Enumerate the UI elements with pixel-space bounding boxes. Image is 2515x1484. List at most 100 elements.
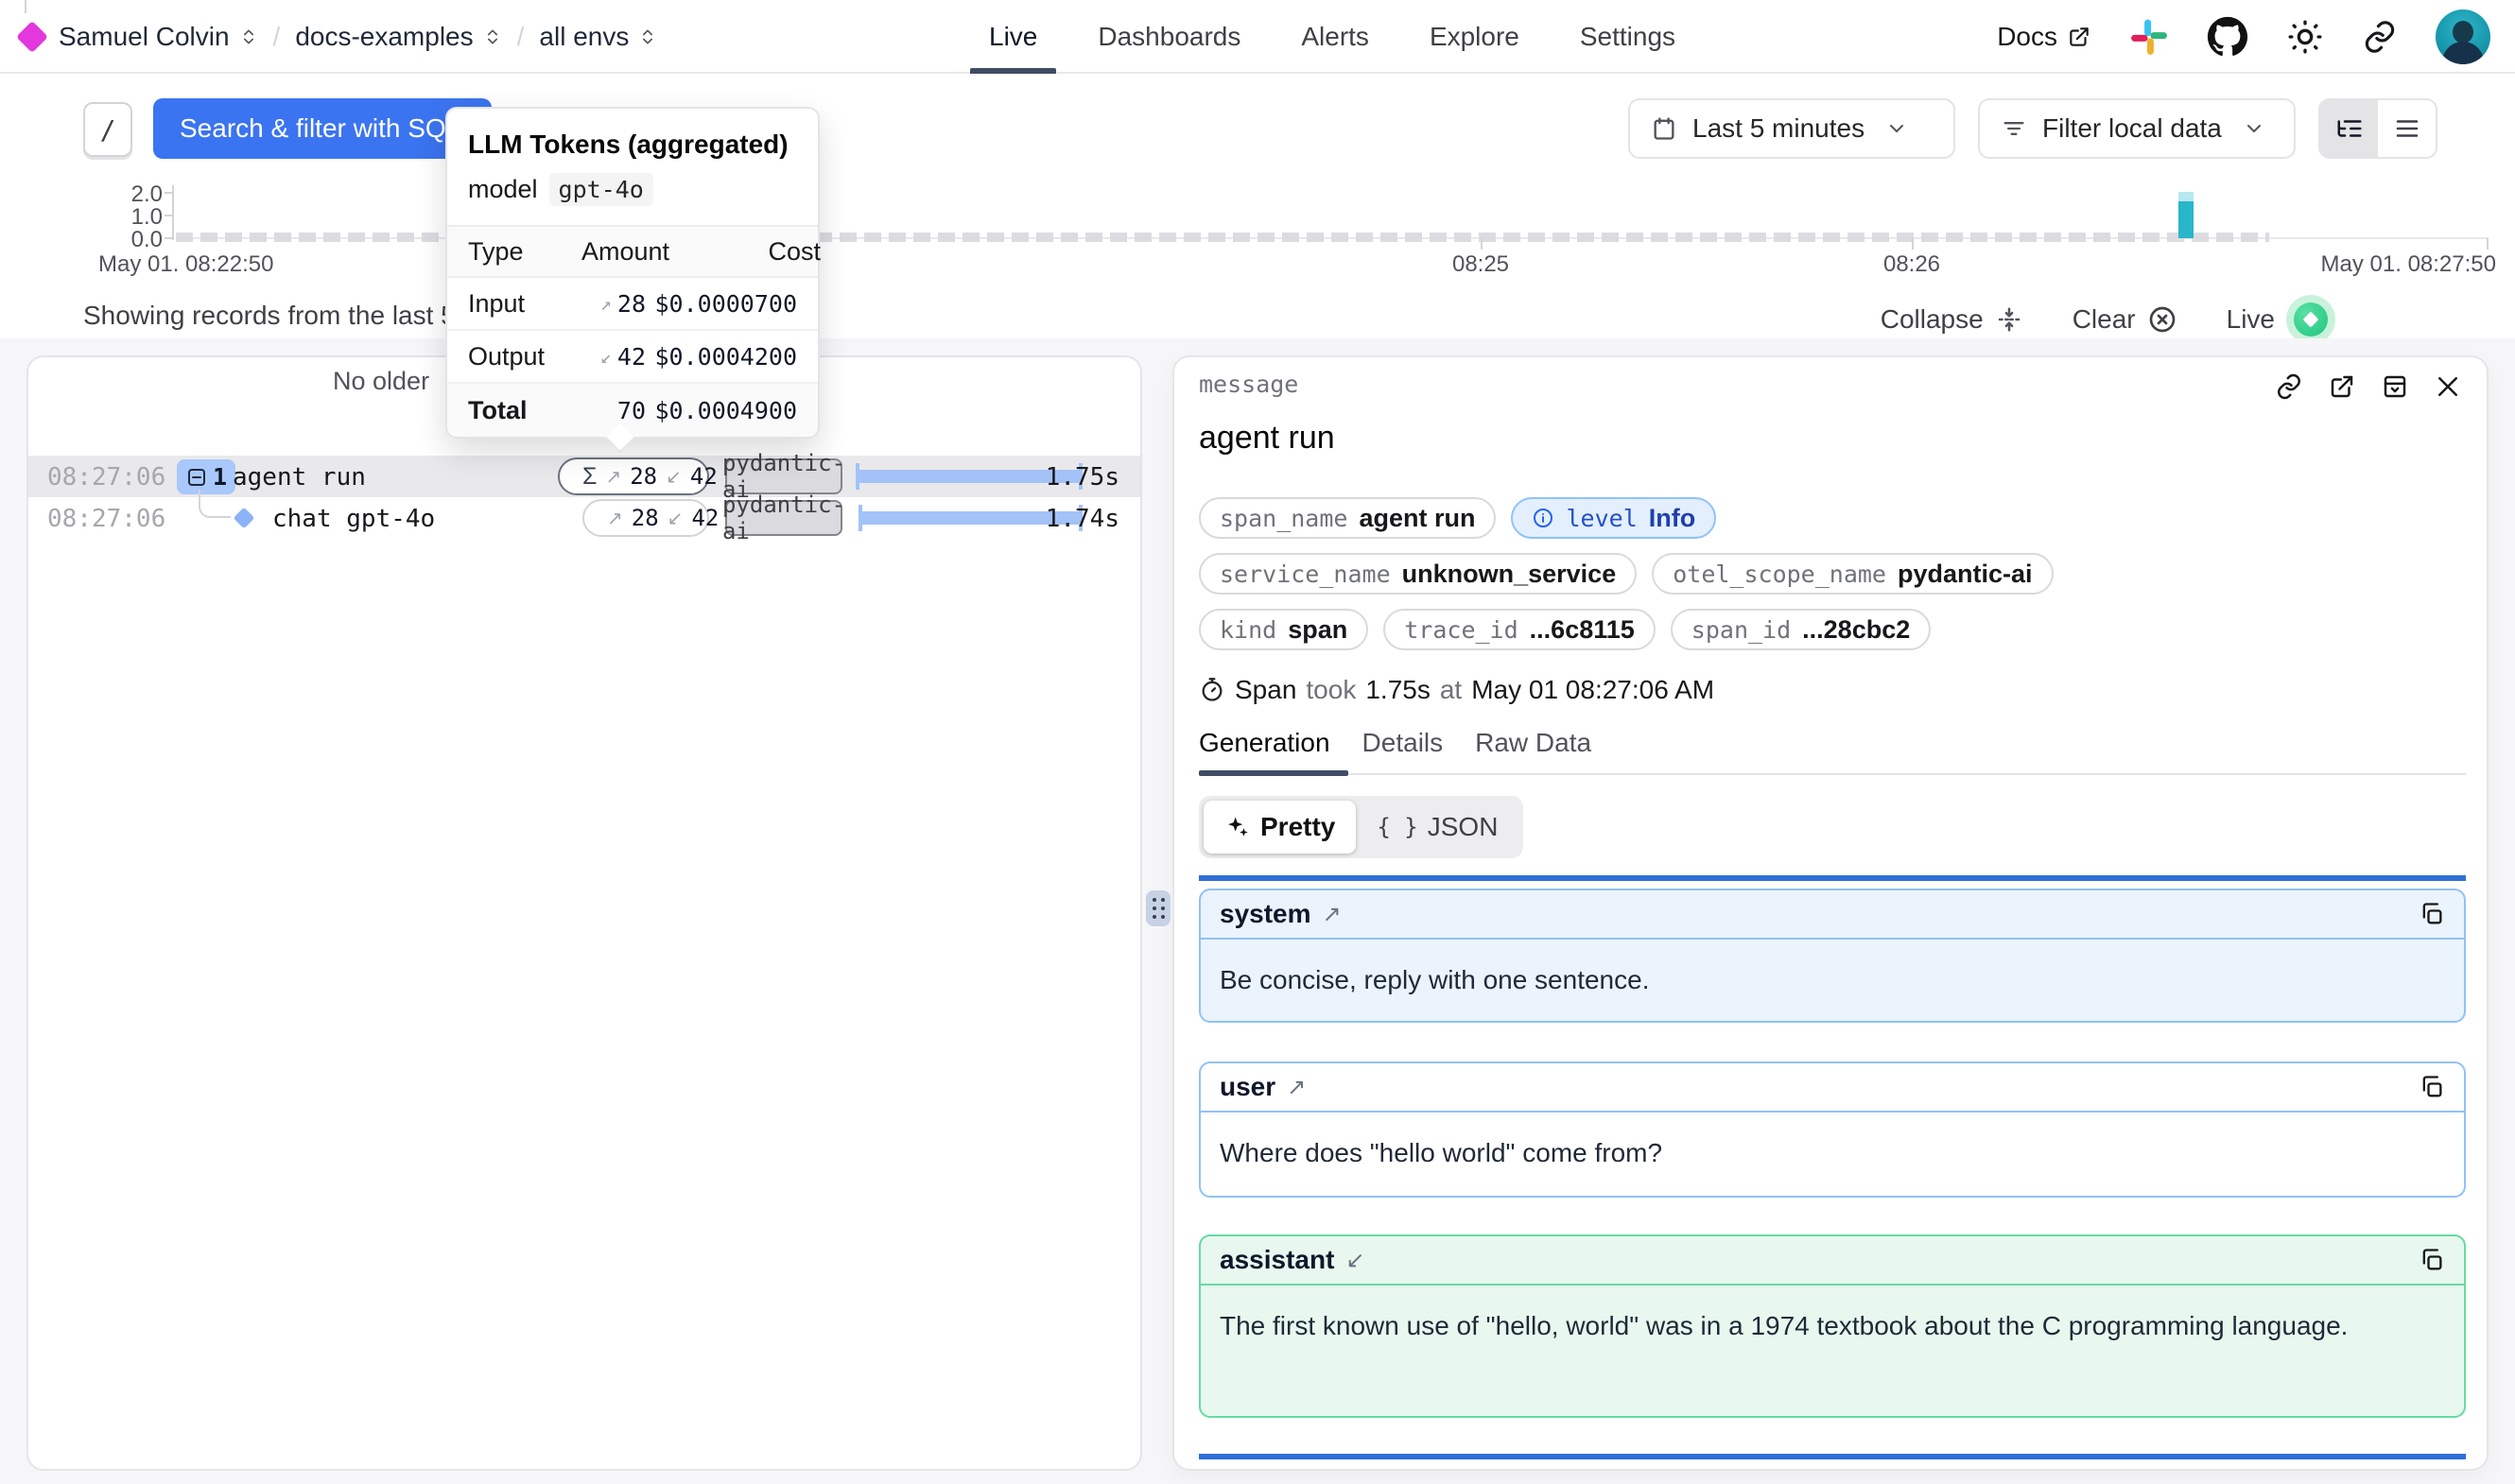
share-link-button[interactable] [2362,19,2398,55]
pretty-toggle[interactable]: Pretty [1204,801,1356,854]
scope-tag[interactable]: pydantic-ai [725,500,842,536]
time-range-dropdown[interactable]: Last 5 minutes [1628,98,1955,159]
search-filter-sql-button[interactable]: Search & filter with SQ [153,98,492,159]
message-text: The first known use of "hello, world" wa… [1201,1286,2464,1367]
copy-button[interactable] [2419,901,2445,927]
copy-icon [2419,901,2445,927]
time-range-value: Last 5 minutes [1692,113,1865,144]
row-timestamp: 08:27:06 [47,505,165,533]
y-tick [165,192,172,194]
org-name: Samuel Colvin [59,22,230,52]
trace-row-chat-gpt4o[interactable]: 08:27:06 chat gpt-4o ↗28 ↙42 pydantic-ai… [28,497,1140,539]
attr-value: ...6c8115 [1530,615,1635,645]
live-toggle[interactable]: Live [2227,295,2335,344]
attr-level[interactable]: level Info [1511,497,1716,539]
row-amount: 42 [617,343,646,371]
took-span-word: Span [1235,675,1296,705]
list-view-icon [2393,114,2421,143]
nav-settings[interactable]: Settings [1574,0,1681,74]
trace-row-agent-run[interactable]: 08:27:06 1 agent run Σ ↗28 ↙42 pydantic-… [28,456,1140,497]
open-in-new-button[interactable] [2328,372,2356,401]
timeline-bar[interactable] [2178,192,2194,238]
app-window: Samuel Colvin / docs-examples / all envs… [0,0,2515,1484]
row-timestamp: 08:27:06 [47,463,165,492]
attr-trace-id[interactable]: trace_id ...6c8115 [1383,609,1656,650]
attr-value: pydantic-ai [1898,560,2033,589]
output-arrow: ↙ [668,507,684,530]
output-tokens: 42 [691,505,719,531]
token-usage-pill[interactable]: ↗28 ↙42 [582,499,709,537]
chevrons-updown-icon [638,27,657,46]
collapse-button[interactable]: Collapse [1881,304,2023,335]
nav-explore[interactable]: Explore [1424,0,1525,74]
attr-key: trace_id [1404,616,1518,644]
attr-span-id[interactable]: span_id ...28cbc2 [1671,609,1931,650]
col-amount: Amount [581,237,669,267]
tab-generation[interactable]: Generation [1199,728,1330,771]
x-tick-label: May 01. 08:22:50 [98,251,273,278]
clear-circle-x-icon [2147,304,2177,335]
slack-button[interactable] [2129,17,2169,57]
nav-dashboards[interactable]: Dashboards [1092,0,1246,74]
dock-panel-button[interactable] [2381,372,2409,401]
info-circle-icon [1532,507,1554,529]
user-avatar[interactable] [2436,9,2490,64]
took-time: May 01 08:27:06 AM [1471,675,1714,705]
copy-button[interactable] [2419,1247,2445,1273]
message-card-header: system ↗ [1201,890,2464,940]
attr-value: unknown_service [1402,560,1617,589]
github-button[interactable] [2207,16,2248,58]
direction-arrow: ↗ [1323,901,1342,928]
view-mode-toggle [2318,98,2437,159]
token-usage-pill[interactable]: Σ ↗28 ↙42 [558,457,709,495]
link-icon [2362,19,2398,55]
docs-link[interactable]: Docs [1997,22,2091,52]
env-selector[interactable]: all envs [539,22,657,52]
message-text: Be concise, reply with one sentence. [1201,940,2464,1021]
scope-tag[interactable]: pydantic-ai [725,458,842,494]
input-arrow: ↗ [605,465,621,489]
span-name: chat gpt-4o [272,505,435,533]
theme-toggle-button[interactable] [2286,18,2324,56]
attr-service-name[interactable]: service_name unknown_service [1199,553,1637,595]
tab-raw-data[interactable]: Raw Data [1475,728,1591,771]
attr-key: otel_scope_name [1673,561,1886,588]
org-selector[interactable]: Samuel Colvin [59,22,258,52]
attr-key: kind [1220,616,1276,644]
copy-link-button[interactable] [2275,372,2303,401]
tree-view-toggle[interactable] [2320,100,2378,157]
tab-details[interactable]: Details [1362,728,1444,771]
filter-local-data-dropdown[interactable]: Filter local data [1978,98,2296,159]
model-value-chip: gpt-4o [549,173,653,206]
filter-lines-icon [2001,115,2027,142]
chevrons-updown-icon [483,27,502,46]
json-label: JSON [1428,812,1499,842]
copy-button[interactable] [2419,1074,2445,1100]
json-toggle[interactable]: { } JSON [1356,801,1518,854]
output-arrow: ↙ [600,345,612,368]
close-panel-button[interactable] [2434,372,2462,401]
attr-value: Info [1649,504,1695,533]
model-key: model [468,175,538,204]
list-view-toggle[interactable] [2378,100,2436,157]
project-selector[interactable]: docs-examples [295,22,501,52]
span-details-panel: message agent run span_name agent run le… [1172,355,2489,1471]
nav-alerts[interactable]: Alerts [1295,0,1375,74]
sparkle-icon [1224,814,1251,840]
showing-records-text: Showing records from the last 5 m [83,301,485,331]
stopwatch-icon [1199,677,1225,703]
panel-resize-handle[interactable] [1146,890,1171,926]
nav-live[interactable]: Live [983,0,1043,74]
x-tick [2487,238,2489,250]
top-header: Samuel Colvin / docs-examples / all envs… [0,0,2515,74]
output-tokens: 42 [690,463,718,490]
attr-kind[interactable]: kind span [1199,609,1368,650]
record-kind-label: message [1199,371,1298,398]
attr-otel-scope[interactable]: otel_scope_name pydantic-ai [1652,553,2053,595]
clear-button[interactable]: Clear [2073,304,2177,335]
attr-span-name[interactable]: span_name agent run [1199,497,1496,539]
attribute-pills-row: service_name unknown_service otel_scope_… [1199,553,2054,595]
tooltip-row-total: Total 70 $0.0004900 [447,384,818,437]
calendar-icon [1651,115,1677,142]
slash-shortcut-key[interactable]: / [83,102,132,157]
